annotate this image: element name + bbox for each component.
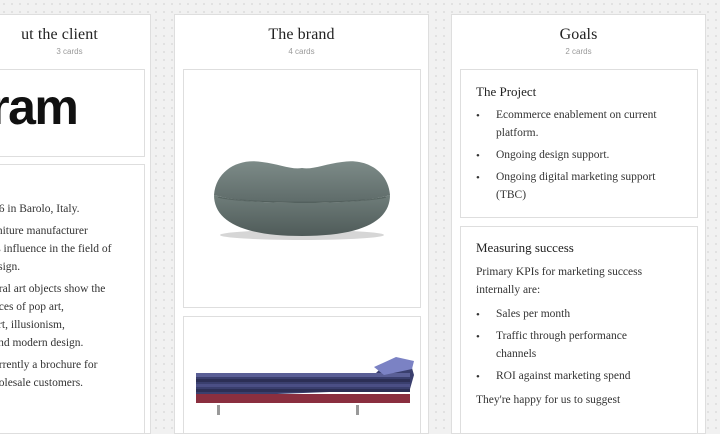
logo-card[interactable]: fram	[0, 69, 145, 157]
about-line: esign.	[0, 261, 21, 273]
about-line: ts influence in the field of	[0, 243, 112, 255]
footer-text: They're happy for us to suggest	[476, 394, 621, 406]
about-line: art, illusionism,	[0, 319, 65, 331]
bullet-text: Ecommerce enablement on current	[496, 109, 657, 121]
project-card[interactable]: The Project • Ecommerce enablement on cu…	[460, 69, 698, 218]
column-title: The brand	[268, 26, 335, 43]
card-heading: Measuring success	[476, 240, 574, 255]
client-logo: fram	[0, 79, 79, 135]
bullet-marker: •	[476, 331, 480, 343]
intro-text: internally are:	[476, 284, 541, 296]
lips-sofa-image	[214, 161, 390, 240]
bullet-text: ROI against marketing spend	[496, 370, 631, 382]
column-goals: Goals 2 cards The Project • Ecommerce en…	[451, 14, 706, 434]
bullet-text: platform.	[496, 127, 539, 139]
about-line: nces of pop art,	[0, 301, 64, 313]
bullet-text: Sales per month	[496, 308, 571, 320]
column-header: Goals 2 cards	[452, 15, 705, 69]
about-line: 66 in Barolo, Italy.	[0, 203, 80, 215]
bullet-text: Traffic through performance	[496, 330, 627, 342]
brand-image-card[interactable]	[183, 69, 421, 308]
bullet-marker: •	[476, 172, 480, 184]
brand-image-card[interactable]	[183, 316, 421, 433]
about-line: holesale customers.	[0, 377, 84, 389]
striped-daybed-image	[196, 357, 414, 415]
bullet-marker: •	[476, 371, 480, 383]
bullet-marker: •	[476, 309, 480, 321]
success-card[interactable]: Measuring success Primary KPIs for marke…	[460, 226, 698, 433]
bullet-text: (TBC)	[496, 189, 527, 201]
column-title: Goals	[559, 26, 598, 43]
about-line: urrently a brochure for	[0, 359, 98, 371]
bullet-text: Ongoing design support.	[496, 149, 610, 161]
column-the-brand: The brand 4 cards	[174, 14, 429, 434]
about-line: and modern design.	[0, 337, 84, 349]
bullet-marker: •	[476, 150, 480, 162]
column-header: The brand 4 cards	[175, 15, 428, 69]
bullet-text: Ongoing digital marketing support	[496, 171, 656, 183]
bullet-marker: •	[476, 110, 480, 122]
about-line: ural art objects show the	[0, 283, 106, 295]
column-header: ut the client 3 cards	[0, 15, 150, 69]
card-count: 4 cards	[288, 47, 315, 56]
card-count: 3 cards	[56, 47, 83, 56]
about-card[interactable]: 66 in Barolo, Italy. rniture manufacture…	[0, 164, 145, 433]
card-heading: The Project	[476, 84, 537, 99]
intro-text: Primary KPIs for marketing success	[476, 266, 643, 278]
bullet-text: channels	[496, 348, 537, 360]
about-line: rniture manufacturer	[0, 225, 88, 237]
column-title: ut the client	[21, 26, 98, 43]
column-about-client: ut the client 3 cards fram 66 in Barolo,…	[0, 14, 151, 434]
card-count: 2 cards	[565, 47, 592, 56]
